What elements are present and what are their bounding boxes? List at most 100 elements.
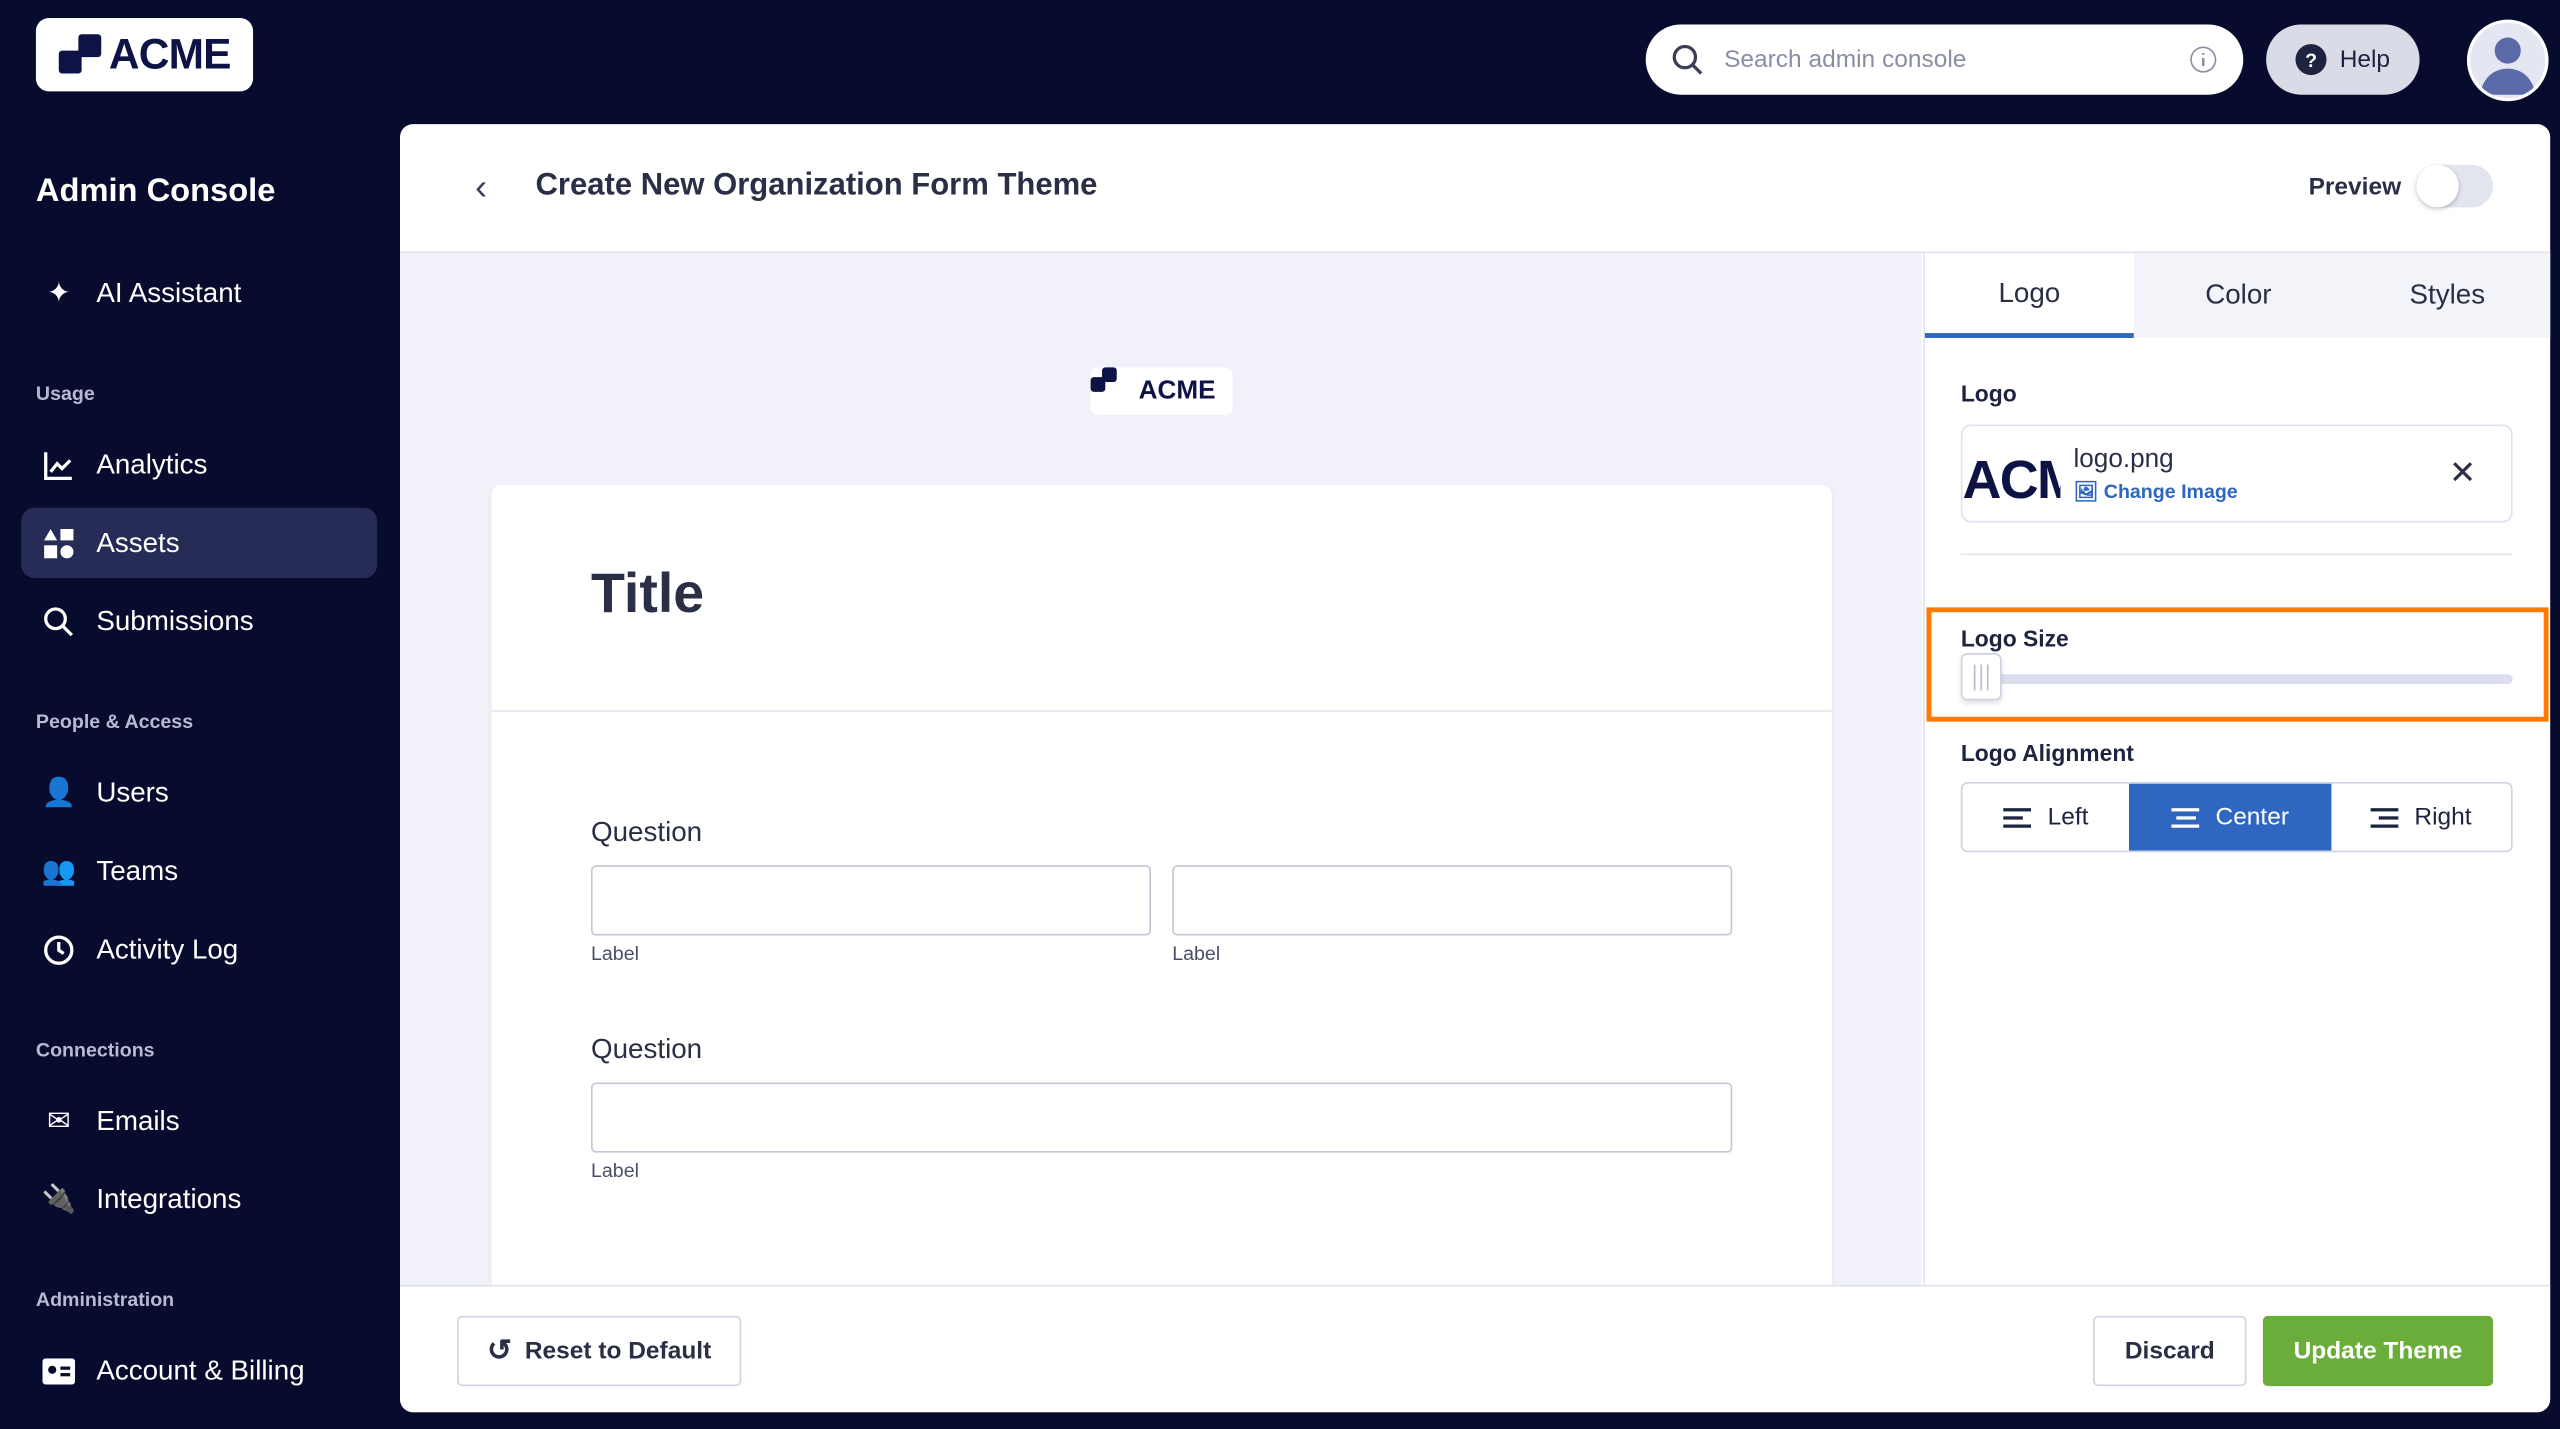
align-center-button[interactable]: Center <box>2129 783 2331 851</box>
label: AI Assistant <box>96 276 242 308</box>
history-icon <box>41 931 77 967</box>
preview-logo-text: ACME <box>1138 376 1216 405</box>
plug-icon: 🔌 <box>41 1182 77 1214</box>
logo-size-slider-track[interactable] <box>1960 674 2513 685</box>
main-panel: ‹ Create New Organization Form Theme Pre… <box>399 124 2551 1413</box>
sidebar-item-analytics[interactable]: Analytics <box>21 429 377 499</box>
form-title: Title <box>591 563 705 626</box>
acme-logo-mark-icon <box>58 33 101 75</box>
logo-size-label: Logo Size <box>1960 625 2069 652</box>
tab-styles[interactable]: Styles <box>2342 253 2551 338</box>
chart-line-icon <box>41 447 77 483</box>
image-add-icon: 🖼 <box>2073 479 2099 503</box>
tab-logo[interactable]: Logo <box>1924 253 2134 338</box>
remove-logo-close-icon[interactable]: ✕ <box>2449 452 2476 493</box>
question-label: Question <box>591 1033 703 1065</box>
app: ACME Admin Console ✦ AI Assistant Usage A… <box>0 0 2560 1429</box>
update-theme-button[interactable]: Update Theme <box>2262 1315 2494 1387</box>
align-center-icon <box>2171 807 2200 827</box>
help-button[interactable]: ? Help <box>2266 24 2420 95</box>
avatar[interactable] <box>2466 19 2549 102</box>
logo-text: ACME <box>108 29 232 79</box>
align-right-button[interactable]: Right <box>2331 784 2511 851</box>
file-name: logo.png <box>2073 445 2174 474</box>
align-left-button[interactable]: Left <box>1962 784 2129 851</box>
sidebar-item-teams[interactable]: 👥 Teams <box>21 836 377 906</box>
text-input[interactable] <box>591 1082 1733 1153</box>
label: Activity Log <box>96 933 239 965</box>
section-usage: Usage <box>35 382 95 405</box>
sidebar-item-integrations[interactable]: 🔌 Integrations <box>21 1164 377 1234</box>
tab-color[interactable]: Color <box>2133 253 2343 338</box>
team-icon: 👥 <box>41 854 77 886</box>
question-icon: ? <box>2295 44 2327 76</box>
search-icon <box>41 603 77 639</box>
back-chevron-icon[interactable]: ‹ <box>475 167 487 209</box>
label: Emails <box>96 1104 180 1136</box>
change-image-link[interactable]: 🖼 Change Image <box>2073 480 2237 503</box>
mail-icon: ✉ <box>47 1104 71 1136</box>
logo-size-slider-handle[interactable] <box>1960 653 2002 701</box>
sidebar-item-emails[interactable]: ✉ Emails <box>21 1086 377 1156</box>
user-icon: 👤 <box>41 776 77 808</box>
label: Center <box>2215 803 2290 832</box>
sidebar-item-ai-assistant[interactable]: ✦ AI Assistant <box>21 258 377 328</box>
align-right-icon <box>2370 807 2399 827</box>
sidebar-item-account-billing[interactable]: Account & Billing <box>21 1336 377 1406</box>
logo-section-label: Logo <box>1960 380 2017 407</box>
label: Account & Billing <box>96 1354 305 1386</box>
question-label: Question <box>591 816 703 848</box>
label: Users <box>96 776 169 808</box>
acme-logo-mark-icon <box>1090 367 1134 404</box>
settings-panel: Logo Color Styles Logo ACME logo.png 🖼 C… <box>1923 253 2551 1285</box>
sidebar-item-users[interactable]: 👤 Users <box>21 758 377 828</box>
sidebar-item-activity-log[interactable]: Activity Log <box>21 914 377 984</box>
align-left-icon <box>2003 807 2032 827</box>
id-card-icon <box>41 1353 77 1389</box>
change-image-label: Change Image <box>2103 479 2238 503</box>
form-card: Title Question Label Label Question Labe… <box>491 484 1832 1285</box>
label: Analytics <box>96 448 208 480</box>
logo-file-card: ACME logo.png 🖼 Change Image ✕ <box>1960 424 2513 523</box>
label: Assets <box>96 526 180 558</box>
sparkle-icon: ✦ <box>47 276 71 308</box>
footer-bar: ↺ Reset to Default Discard Update Theme <box>399 1284 2551 1413</box>
sidebar-item-submissions[interactable]: Submissions <box>21 586 377 656</box>
info-icon[interactable] <box>2189 46 2217 74</box>
preview-logo: ACME <box>1090 367 1233 415</box>
input-sublabel: Label <box>591 1159 639 1183</box>
label: Integrations <box>96 1182 242 1214</box>
search-bar[interactable] <box>1645 24 2244 95</box>
search-input[interactable] <box>1724 45 2170 74</box>
acme-logo[interactable]: ACME <box>35 17 254 92</box>
divider <box>491 710 1832 712</box>
logo-thumbnail: ACME <box>1962 448 2060 510</box>
label: Reset to Default <box>524 1337 712 1365</box>
section-connections: Connections <box>35 1038 155 1062</box>
label: Right <box>2414 803 2472 832</box>
preview-toggle[interactable] <box>2416 164 2494 208</box>
preview-label: Preview <box>2308 173 2402 201</box>
label: Teams <box>96 854 179 886</box>
form-preview-canvas: ACME Title Question Label Label Question… <box>399 253 1922 1285</box>
section-administration: Administration <box>35 1288 175 1312</box>
divider <box>1960 553 2513 556</box>
label: Submissions <box>96 604 254 636</box>
reset-to-default-button[interactable]: ↺ Reset to Default <box>457 1315 742 1387</box>
sidebar-title: Admin Console <box>35 173 276 209</box>
page-header: ‹ Create New Organization Form Theme Pre… <box>399 124 2551 254</box>
help-label: Help <box>2339 45 2391 74</box>
logo-alignment-control: Left Center Right <box>1960 782 2513 853</box>
reset-icon: ↺ <box>487 1333 512 1367</box>
page-title: Create New Organization Form Theme <box>535 168 1098 203</box>
input-sublabel: Label <box>591 942 639 965</box>
logo-alignment-label: Logo Alignment <box>1960 739 2134 766</box>
text-input[interactable] <box>1172 865 1733 936</box>
section-people-access: People & Access <box>35 710 194 734</box>
label: Left <box>2047 803 2089 832</box>
search-icon <box>1672 44 1703 74</box>
shapes-icon <box>41 525 77 561</box>
text-input[interactable] <box>591 865 1152 936</box>
discard-button[interactable]: Discard <box>2093 1315 2247 1387</box>
sidebar-item-assets[interactable]: Assets <box>21 507 378 578</box>
